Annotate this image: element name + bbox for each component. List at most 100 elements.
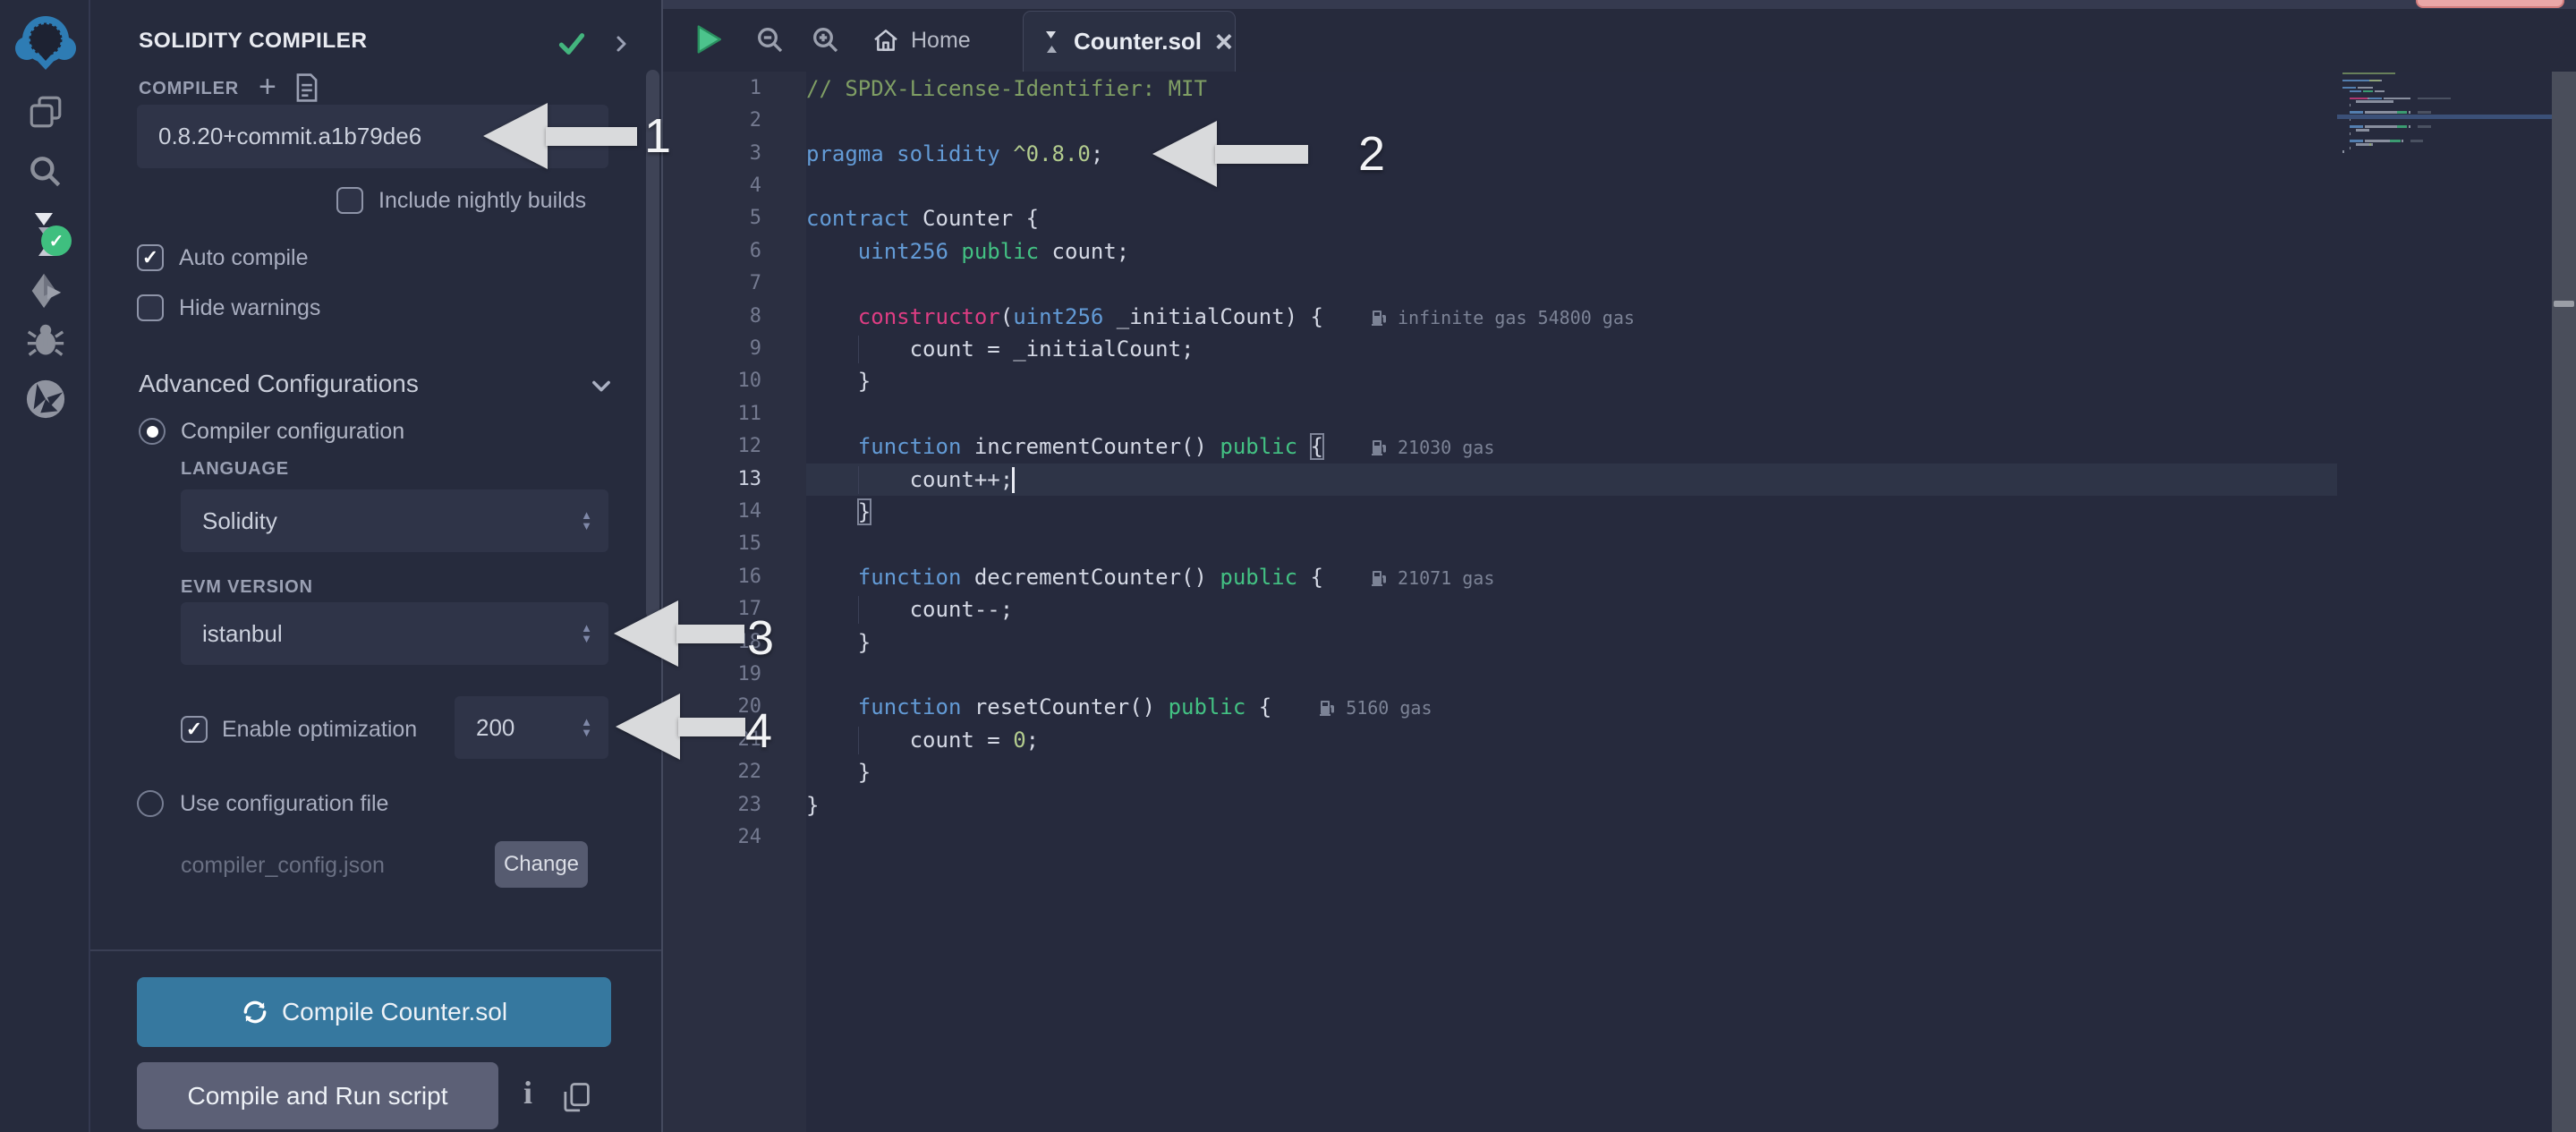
annotation-number-3: 3 [729, 607, 792, 669]
code-line[interactable]: uint256 public count; [806, 235, 1129, 268]
line-number: 14 [663, 496, 761, 528]
minimap-line [2342, 104, 2351, 106]
evm-version-value: istanbul [202, 620, 283, 648]
enable-optimization-checkbox[interactable] [181, 716, 208, 743]
code-line[interactable]: contract Counter { [806, 202, 1039, 234]
code-line[interactable]: function decrementCounter() public {2107… [806, 561, 1494, 593]
code-line[interactable]: function incrementCounter() public {2103… [806, 430, 1494, 463]
zoom-in-icon[interactable] [810, 24, 842, 61]
code-line[interactable]: count = 0; [806, 724, 1039, 756]
auto-compile-label: Auto compile [179, 244, 309, 271]
tab-home-label: Home [911, 28, 971, 54]
include-nightly-checkbox[interactable] [336, 187, 363, 214]
use-configuration-file-label: Use configuration file [180, 790, 388, 817]
code-line[interactable]: } [806, 496, 871, 528]
code-line[interactable]: count++; [806, 464, 1015, 496]
line-number: 1 [663, 72, 761, 105]
info-icon[interactable]: i [523, 1074, 532, 1111]
line-number: 11 [663, 398, 761, 430]
tab-close-icon[interactable]: × [1215, 30, 1233, 54]
minimap-line [2342, 125, 2431, 128]
minimap-line [2342, 87, 2373, 89]
arrow-2-icon [1152, 121, 1217, 187]
runs-stepper-icon: ▲▼ [581, 718, 592, 737]
remix-logo-icon[interactable] [0, 13, 90, 72]
compiler-version-value: 0.8.20+commit.a1b79de6 [158, 123, 421, 150]
add-compiler-icon[interactable]: + [259, 70, 276, 105]
code-line[interactable]: } [806, 789, 819, 821]
code-line[interactable]: count--; [806, 593, 1013, 626]
editor-scrollbar-track[interactable] [2552, 72, 2576, 1132]
minimap-line [2342, 147, 2351, 149]
debugger-icon[interactable] [0, 320, 90, 360]
tab-counter-sol-label: Counter.sol [1074, 28, 1202, 55]
enable-optimization-label: Enable optimization [222, 716, 417, 743]
gas-estimate-annotation: 21030 gas [1371, 437, 1494, 458]
evm-version-select[interactable]: istanbul ▲▼ [181, 602, 608, 665]
minimap-line [2342, 132, 2351, 135]
text-cursor [1012, 467, 1015, 493]
code-line[interactable]: } [806, 756, 871, 788]
copy-icon[interactable] [562, 1081, 592, 1119]
include-nightly-label: Include nightly builds [378, 187, 586, 214]
notification-toast [2416, 0, 2564, 8]
advanced-configurations-heading[interactable]: Advanced Configurations [139, 370, 419, 398]
compile-and-run-button[interactable]: Compile and Run script [137, 1062, 498, 1129]
tab-counter-sol[interactable]: Counter.sol × [1023, 11, 1236, 72]
change-config-button[interactable]: Change [495, 841, 588, 888]
deploy-and-run-icon[interactable] [0, 270, 90, 311]
annotation-number-2: 2 [1340, 123, 1403, 185]
collapse-panel-chevron-icon[interactable] [610, 33, 632, 59]
minimap-line [2342, 150, 2344, 153]
activity-bar: ✓ [0, 0, 90, 1132]
remix-ide-window: ✓ [0, 0, 2576, 1132]
minimap-line [2342, 111, 2431, 114]
line-number: 12 [663, 430, 761, 463]
run-script-play-icon[interactable] [694, 23, 723, 60]
plugin-k-icon[interactable] [0, 378, 90, 421]
compile-success-badge-icon: ✓ [41, 226, 72, 256]
line-number: 13 [663, 464, 761, 496]
arrow-1-icon [483, 103, 548, 169]
code-line[interactable]: } [806, 365, 871, 397]
annotation-number-1: 1 [626, 105, 689, 167]
use-configuration-file-radio[interactable] [137, 790, 164, 817]
arrow-2-shaft [1215, 145, 1308, 164]
search-icon[interactable] [0, 152, 90, 192]
minimap-current-line [2337, 115, 2552, 119]
gas-estimate-annotation: 5160 gas [1319, 697, 1432, 719]
editor-scrollbar-thumb[interactable] [2554, 301, 2574, 307]
optimization-runs-value: 200 [476, 714, 514, 742]
line-number: 9 [663, 333, 761, 365]
compile-button-label: Compile Counter.sol [282, 998, 507, 1026]
code-line[interactable]: pragma solidity ^0.8.0; [806, 138, 1103, 170]
code-line[interactable]: } [806, 626, 871, 659]
language-select[interactable]: Solidity ▲▼ [181, 489, 608, 552]
tab-home[interactable]: Home [861, 9, 982, 72]
zoom-out-icon[interactable] [754, 24, 786, 61]
line-number: 16 [663, 561, 761, 593]
evm-stepper-icon: ▲▼ [581, 624, 592, 643]
optimization-runs-input[interactable]: 200 ▲▼ [455, 696, 608, 759]
config-file-name: compiler_config.json [181, 853, 385, 879]
panel-divider [90, 949, 662, 951]
line-number: 23 [663, 789, 761, 821]
arrow-1-shaft [546, 127, 637, 146]
code-line[interactable]: constructor(uint256 _initialCount) {infi… [806, 301, 1635, 333]
auto-compile-checkbox[interactable] [137, 244, 164, 271]
compiler-configuration-radio[interactable] [139, 418, 166, 445]
code-line[interactable]: function resetCounter() public {5160 gas [806, 691, 1433, 723]
hide-warnings-checkbox[interactable] [137, 294, 164, 321]
code-line[interactable]: count = _initialCount; [806, 333, 1194, 365]
chevron-down-icon[interactable] [589, 373, 614, 403]
code-line[interactable]: // SPDX-License-Identifier: MIT [806, 72, 1207, 105]
gas-estimate-annotation: 21071 gas [1371, 567, 1494, 589]
file-explorer-icon[interactable] [0, 93, 90, 131]
compiler-doc-icon[interactable] [295, 73, 319, 106]
current-line-highlight [806, 464, 2337, 496]
arrow-4-icon [616, 694, 680, 760]
language-value: Solidity [202, 507, 277, 535]
hide-warnings-label: Hide warnings [179, 294, 320, 321]
compile-button[interactable]: Compile Counter.sol [137, 977, 611, 1047]
minimap-line [2342, 129, 2369, 132]
